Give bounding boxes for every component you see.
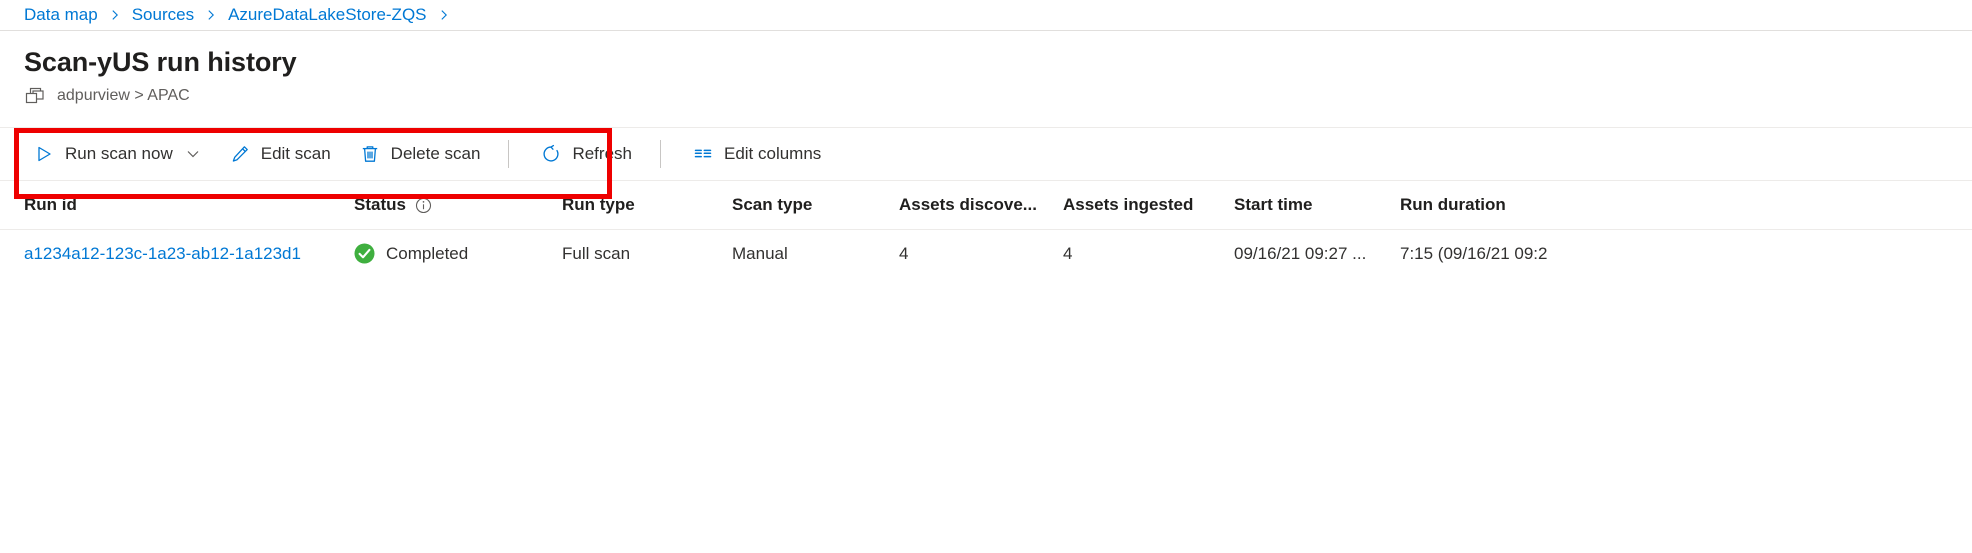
page-subtitle: adpurview > APAC <box>24 85 1972 107</box>
chevron-right-icon <box>108 8 122 22</box>
column-header-label: Run duration <box>1400 195 1506 215</box>
list-lines-icon <box>693 144 713 164</box>
run-scan-now-label: Run scan now <box>65 144 173 164</box>
scan-type-value: Manual <box>732 244 788 264</box>
toolbar-divider <box>508 140 509 168</box>
toolbar-divider <box>660 140 661 168</box>
page-subtitle-text: adpurview > APAC <box>57 87 190 105</box>
assets-discovered-value: 4 <box>899 244 908 264</box>
chevron-right-icon <box>437 8 451 22</box>
table-header: Run id Status Run type <box>0 181 1972 230</box>
start-time-value: 09/16/21 09:27 ... <box>1234 244 1366 264</box>
edit-scan-label: Edit scan <box>261 144 331 164</box>
cell-run-duration: 7:15 (09/16/21 09:2 <box>1376 230 1972 278</box>
breadcrumb: Data map Sources AzureDataLakeStore-ZQS <box>0 0 1972 31</box>
cell-assets-ingested: 4 <box>1039 230 1210 278</box>
assets-ingested-value: 4 <box>1063 244 1072 264</box>
cell-start-time: 09/16/21 09:27 ... <box>1210 230 1376 278</box>
cell-status: Completed <box>330 230 538 278</box>
table-row[interactable]: a1234a12-123c-1a23-ab12-1a123d1 Complete… <box>0 230 1972 278</box>
column-header-label: Start time <box>1234 195 1312 215</box>
refresh-icon <box>541 144 561 164</box>
column-header-label: Status <box>354 195 406 215</box>
pencil-icon <box>230 144 250 164</box>
run-history-table: Run id Status Run type <box>0 181 1972 277</box>
table-header-row: Run id Status Run type <box>0 181 1972 230</box>
column-header-run-duration[interactable]: Run duration <box>1376 181 1972 230</box>
status-label: Completed <box>386 244 468 264</box>
column-header-assets-discovered[interactable]: Assets discove... <box>875 181 1039 230</box>
refresh-label: Refresh <box>572 144 632 164</box>
column-header-start-time[interactable]: Start time <box>1210 181 1376 230</box>
cell-scan-type: Manual <box>708 230 875 278</box>
run-scan-now-button[interactable]: Run scan now <box>24 135 211 173</box>
run-type-value: Full scan <box>562 244 630 264</box>
column-header-assets-ingested[interactable]: Assets ingested <box>1039 181 1210 230</box>
breadcrumb-item-sources[interactable]: Sources <box>132 5 194 25</box>
column-header-label: Assets ingested <box>1063 195 1193 215</box>
delete-scan-label: Delete scan <box>391 144 481 164</box>
run-duration-value: 7:15 (09/16/21 09:2 <box>1400 244 1547 264</box>
play-icon <box>34 144 54 164</box>
stacked-windows-icon <box>24 86 46 106</box>
column-header-label: Scan type <box>732 195 812 215</box>
run-id-link[interactable]: a1234a12-123c-1a23-ab12-1a123d1 <box>24 244 301 264</box>
column-header-label: Run type <box>562 195 635 215</box>
command-bar: Run scan now Edit scan <box>0 127 1972 181</box>
column-header-scan-type[interactable]: Scan type <box>708 181 875 230</box>
page-header: Scan-yUS run history adpurview > APAC <box>0 31 1972 107</box>
check-circle-icon <box>354 243 375 264</box>
column-header-status[interactable]: Status <box>330 181 538 230</box>
breadcrumb-item-source[interactable]: AzureDataLakeStore-ZQS <box>228 5 426 25</box>
chevron-right-icon <box>204 8 218 22</box>
cell-run-id: a1234a12-123c-1a23-ab12-1a123d1 <box>0 230 330 278</box>
edit-columns-button[interactable]: Edit columns <box>683 135 831 173</box>
refresh-button[interactable]: Refresh <box>531 135 642 173</box>
delete-scan-button[interactable]: Delete scan <box>350 135 491 173</box>
table-body: a1234a12-123c-1a23-ab12-1a123d1 Complete… <box>0 230 1972 278</box>
edit-columns-label: Edit columns <box>724 144 821 164</box>
column-header-run-id[interactable]: Run id <box>0 181 330 230</box>
breadcrumb-item-data-map[interactable]: Data map <box>24 5 98 25</box>
chevron-down-icon[interactable] <box>185 146 201 162</box>
page-title: Scan-yUS run history <box>24 45 1972 79</box>
column-header-label: Run id <box>24 195 77 215</box>
info-icon[interactable] <box>415 197 432 214</box>
edit-scan-button[interactable]: Edit scan <box>220 135 341 173</box>
column-header-label: Assets discove... <box>899 195 1037 215</box>
cell-assets-discovered: 4 <box>875 230 1039 278</box>
command-bar-wrapper: Run scan now Edit scan <box>0 127 1972 181</box>
trash-icon <box>360 144 380 164</box>
cell-run-type: Full scan <box>538 230 708 278</box>
column-header-run-type[interactable]: Run type <box>538 181 708 230</box>
